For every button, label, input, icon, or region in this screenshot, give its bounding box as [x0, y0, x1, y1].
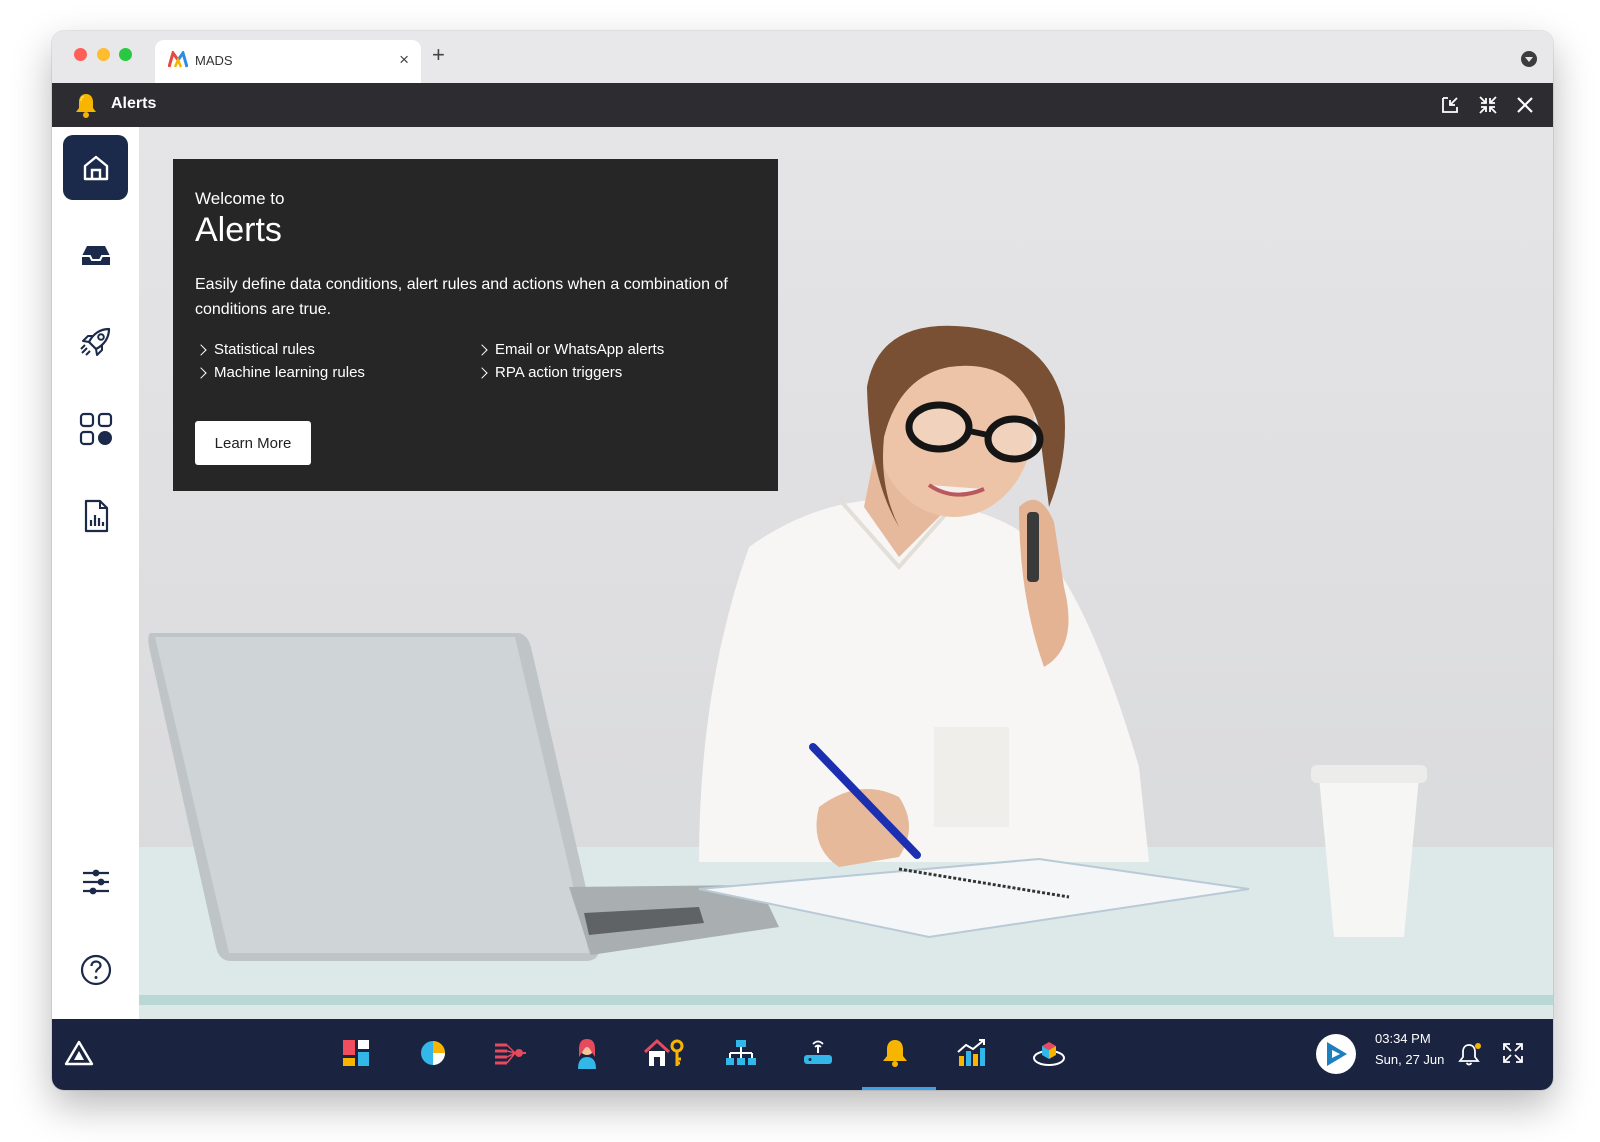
welcome-panel: Welcome to Alerts Easily define data con… [173, 159, 778, 491]
feature-label: Statistical rules [214, 341, 315, 358]
user-avatar[interactable] [1315, 1033, 1357, 1075]
tab-title: MADS [195, 53, 233, 68]
maximize-window-button[interactable] [119, 48, 132, 61]
browser-window: MADS × + Alerts Welcome to Alerts Easily… [52, 31, 1553, 1090]
home-icon [83, 155, 108, 180]
cube-icon [1033, 1042, 1065, 1066]
welcome-title: Alerts [195, 211, 282, 249]
feature-item: Statistical rules [195, 341, 315, 358]
feature-item: RPA action triggers [476, 364, 622, 381]
taskbar-app-org[interactable] [719, 1031, 763, 1075]
close-window-button[interactable] [74, 48, 87, 61]
clock-date: Sun, 27 Jun [1375, 1052, 1445, 1067]
browser-menu-icon[interactable] [1521, 51, 1537, 67]
taskbar-app-dataflow[interactable] [488, 1031, 532, 1075]
notification-bell-icon[interactable] [1457, 1041, 1483, 1067]
browser-tab[interactable]: MADS × [155, 40, 421, 83]
sliders-icon [82, 869, 109, 894]
dashboard-icon [343, 1040, 369, 1066]
feature-label: RPA action triggers [495, 364, 623, 381]
org-chart-icon [726, 1040, 756, 1065]
feature-label: Email or WhatsApp alerts [495, 341, 665, 358]
data-flow-icon [495, 1043, 526, 1065]
chevron-right-icon [476, 366, 488, 379]
bell-icon [883, 1040, 907, 1067]
welcome-subtitle: Welcome to [195, 189, 285, 208]
taskbar-app-dashboard[interactable] [334, 1031, 378, 1075]
taskbar-app-network[interactable] [796, 1031, 840, 1075]
clock-time: 03:34 PM [1375, 1031, 1431, 1046]
taskbar-app-alerts[interactable] [873, 1031, 917, 1075]
app-header: Alerts [52, 83, 1553, 127]
popout-icon[interactable] [1438, 93, 1462, 117]
welcome-description: Easily define data conditions, alert rul… [195, 276, 728, 318]
feature-label: Machine learning rules [214, 364, 365, 381]
sidebar-item-reports[interactable] [63, 483, 128, 548]
taskbar-app-property[interactable] [642, 1031, 686, 1075]
taskbar-app-growth[interactable] [950, 1031, 994, 1075]
mads-logo-icon [168, 51, 188, 68]
sidebar-item-inbox[interactable] [63, 222, 128, 287]
help-icon [80, 954, 111, 985]
taskbar: 03:34 PM Sun, 27 Jun [52, 1019, 1553, 1090]
sidebar-item-settings[interactable] [63, 849, 128, 914]
new-tab-button[interactable]: + [432, 44, 445, 66]
sidebar-item-launch[interactable] [63, 309, 128, 374]
feature-item: Machine learning rules [195, 364, 365, 381]
apps-grid-icon [79, 412, 112, 445]
person-icon [578, 1039, 596, 1069]
tab-close-icon[interactable]: × [399, 50, 409, 70]
inbox-icon [81, 245, 110, 265]
sidebar-item-apps[interactable] [63, 396, 128, 461]
feature-item: Email or WhatsApp alerts [476, 341, 664, 358]
taskbar-app-3d[interactable] [1027, 1031, 1071, 1075]
collapse-icon[interactable] [1476, 93, 1500, 117]
launcher-triangle-icon[interactable] [64, 1039, 94, 1067]
house-key-icon [643, 1038, 684, 1066]
active-app-indicator [862, 1087, 936, 1090]
rocket-icon [79, 327, 110, 356]
app-title: Alerts [111, 95, 157, 112]
fullscreen-icon[interactable] [1501, 1041, 1525, 1065]
chevron-right-icon [195, 366, 207, 379]
learn-more-button[interactable]: Learn More [195, 421, 311, 465]
chevron-right-icon [476, 343, 488, 356]
minimize-window-button[interactable] [97, 48, 110, 61]
report-document-icon [84, 499, 108, 532]
taskbar-app-people[interactable] [565, 1031, 609, 1075]
chevron-right-icon [195, 343, 207, 356]
sidebar [52, 127, 139, 1019]
sidebar-item-help[interactable] [63, 937, 128, 1002]
router-icon [804, 1040, 832, 1064]
close-icon[interactable] [1513, 93, 1537, 117]
bell-icon [76, 94, 96, 118]
main-content: Welcome to Alerts Easily define data con… [139, 127, 1553, 1019]
sidebar-item-home[interactable] [63, 135, 128, 200]
pie-chart-icon [421, 1041, 445, 1065]
taskbar-app-analytics[interactable] [411, 1031, 455, 1075]
browser-chrome: MADS × + [52, 31, 1553, 83]
growth-chart-icon [957, 1039, 985, 1066]
